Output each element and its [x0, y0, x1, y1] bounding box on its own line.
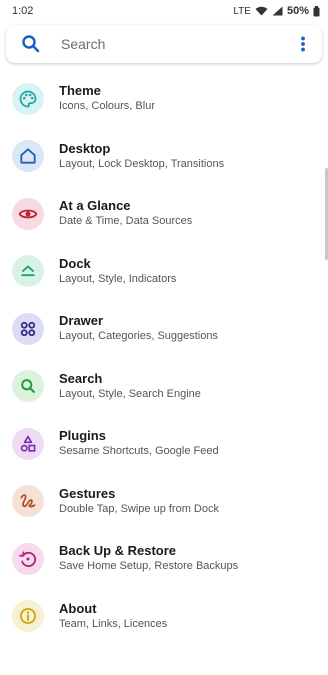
icon-badge [12, 82, 44, 115]
item-subtitle: Layout, Categories, Suggestions [59, 330, 218, 343]
item-title: About [59, 600, 97, 616]
item-subtitle: Save Home Setup, Restore Backups [59, 560, 239, 573]
search-bar[interactable]: Search [6, 25, 322, 63]
shapes-icon [20, 435, 36, 452]
info-icon [20, 608, 36, 625]
home-icon [20, 148, 36, 164]
settings-item-backup-restore[interactable]: Back Up & Restore Save Home Setup, Resto… [0, 530, 328, 588]
status-bar: 1:02 LTE 50% [0, 0, 328, 22]
item-title: Search [59, 370, 103, 386]
item-subtitle: Double Tap, Swipe up from Dock [59, 502, 219, 515]
settings-item-drawer[interactable]: Drawer Layout, Categories, Suggestions [0, 300, 328, 358]
status-time: 1:02 [12, 5, 34, 17]
icon-badge [12, 255, 44, 288]
icon-badge [12, 600, 44, 633]
item-subtitle: Icons, Colours, Blur [59, 100, 155, 113]
item-title: Plugins [59, 428, 106, 444]
more-vert-icon [301, 36, 305, 52]
search-icon [22, 35, 40, 53]
status-icons: LTE 50% [233, 5, 320, 17]
icon-badge [12, 197, 44, 230]
settings-list: Theme Icons, Colours, Blur Desktop Layou… [0, 70, 328, 645]
icon-badge [12, 312, 44, 345]
item-title: Dock [59, 255, 91, 271]
icon-badge [12, 427, 44, 460]
item-subtitle: Team, Links, Licences [59, 617, 168, 630]
gesture-icon [20, 494, 36, 508]
apps-grid-icon [20, 321, 36, 336]
signal-icon [272, 6, 283, 16]
item-title: Drawer [59, 313, 104, 329]
item-title: At a Glance [59, 198, 131, 214]
dock-icon [21, 265, 35, 277]
item-subtitle: Layout, Style, Search Engine [59, 387, 201, 400]
settings-item-at-a-glance[interactable]: At a Glance Date & Time, Data Sources [0, 185, 328, 243]
settings-item-gestures[interactable]: Gestures Double Tap, Swipe up from Dock [0, 473, 328, 531]
item-title: Back Up & Restore [59, 543, 177, 559]
icon-badge [12, 542, 44, 575]
settings-item-plugins[interactable]: Plugins Sesame Shortcuts, Google Feed [0, 415, 328, 473]
item-title: Gestures [59, 485, 116, 501]
item-title: Theme [59, 83, 101, 99]
item-subtitle: Layout, Style, Indicators [59, 272, 177, 285]
search-placeholder: Search [61, 36, 106, 52]
icon-badge [12, 485, 44, 518]
palette-icon [19, 90, 37, 108]
search-icon [21, 379, 35, 394]
wifi-icon [255, 6, 268, 16]
item-title: Desktop [59, 140, 111, 156]
item-subtitle: Date & Time, Data Sources [59, 215, 193, 228]
settings-item-desktop[interactable]: Desktop Layout, Lock Desktop, Transition… [0, 128, 328, 186]
restore-icon [19, 551, 37, 567]
item-subtitle: Layout, Lock Desktop, Transitions [59, 157, 225, 170]
battery-percent: 50% [286, 5, 309, 17]
settings-item-search[interactable]: Search Layout, Style, Search Engine [0, 358, 328, 416]
item-subtitle: Sesame Shortcuts, Google Feed [59, 445, 219, 458]
battery-icon [313, 5, 320, 16]
settings-item-theme[interactable]: Theme Icons, Colours, Blur [0, 70, 328, 128]
settings-item-dock[interactable]: Dock Layout, Style, Indicators [0, 243, 328, 301]
more-options-button[interactable] [291, 32, 315, 56]
icon-badge [12, 370, 44, 403]
icon-badge [12, 140, 44, 173]
eye-icon [18, 209, 38, 219]
network-type: LTE [233, 5, 251, 17]
settings-item-about[interactable]: About Team, Links, Licences [0, 588, 328, 646]
